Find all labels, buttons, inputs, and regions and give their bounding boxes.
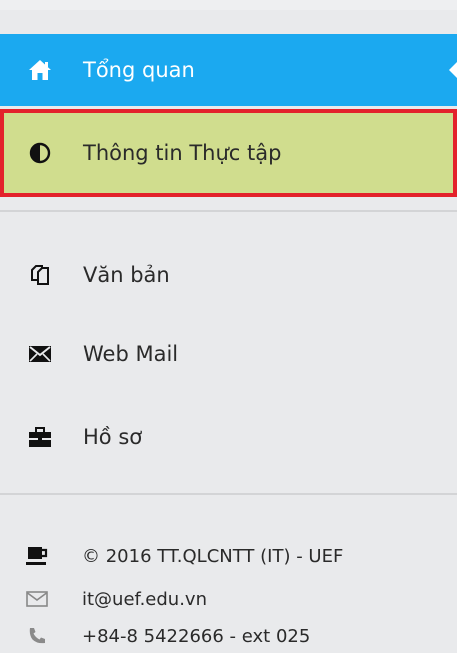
phone-text: +84-8 5422666 - ext 025 [82,625,311,647]
sidebar: Tổng quan Thông tin Thực tập Văn bản Web… [0,0,457,653]
footer-phone: +84-8 5422666 - ext 025 [0,621,457,651]
divider [0,210,457,212]
phone-icon [24,624,50,648]
sidebar-item-webmail[interactable]: Web Mail [0,326,457,382]
email-link[interactable]: it@uef.edu.vn [82,589,207,610]
briefcase-icon [26,423,54,451]
sidebar-item-label: Hồ sơ [83,425,143,449]
divider [0,493,457,495]
sidebar-item-documents[interactable]: Văn bản [0,247,457,303]
sidebar-item-overview[interactable]: Tổng quan [0,34,457,106]
sidebar-item-label: Văn bản [83,263,170,287]
sidebar-item-label: Web Mail [83,342,179,366]
documents-icon [26,261,54,289]
footer-copyright: © 2016 TT.QLCNTT (IT) - UEF [0,541,457,571]
sidebar-item-internship-info[interactable]: Thông tin Thực tập [0,109,457,197]
top-strip [0,0,457,10]
sidebar-item-profile[interactable]: Hồ sơ [0,409,457,465]
half-circle-icon [26,139,54,167]
sidebar-item-label: Tổng quan [83,58,195,82]
coffee-cup-icon [24,544,50,568]
envelope-icon [26,340,54,368]
collapse-arrow-icon[interactable] [449,60,457,80]
envelope-outline-icon [24,587,50,611]
home-icon [26,56,54,84]
footer-email: it@uef.edu.vn [0,584,457,614]
sidebar-item-label: Thông tin Thực tập [83,141,282,165]
copyright-text: © 2016 TT.QLCNTT (IT) - UEF [82,545,344,567]
